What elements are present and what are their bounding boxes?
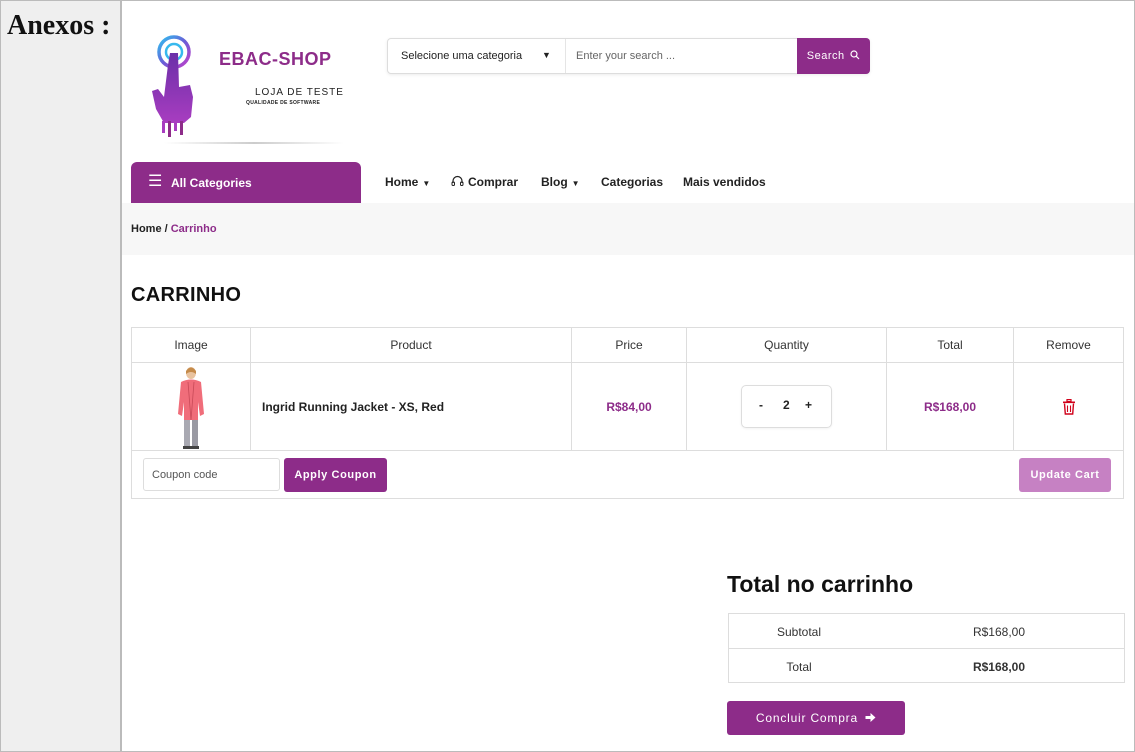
header-product: Product (251, 328, 572, 363)
header-quantity: Quantity (687, 328, 887, 363)
headset-icon (451, 175, 464, 186)
quantity-stepper: - 2 + (741, 385, 832, 428)
coupon-row: Apply Coupon Update Cart (132, 450, 1123, 498)
category-select-label: Selecione uma categoria (401, 50, 523, 62)
apply-coupon-button[interactable]: Apply Coupon (284, 458, 387, 492)
page-title: CARRINHO (131, 284, 242, 306)
all-categories-button[interactable]: ☰ All Categories (131, 162, 361, 203)
header-price: Price (572, 328, 687, 363)
breadcrumb-separator: / (161, 223, 171, 235)
checkout-button-label: Concluir Compra (755, 711, 858, 725)
hand-pointer-logo-icon (152, 35, 193, 137)
side-column: Anexos : (1, 1, 122, 751)
page-frame: Anexos : EBAC-SHOP LOJA DE TESTE QUALIDA… (0, 0, 1135, 752)
qty-increase-button[interactable]: + (805, 398, 812, 412)
logo-brand: EBAC-SHOP (219, 49, 332, 69)
nav-blog[interactable]: Blog ▼ (541, 175, 580, 189)
nav-home-label: Home (385, 175, 419, 189)
nav-categorias[interactable]: Categorias (601, 175, 663, 189)
breadcrumb-home[interactable]: Home (131, 223, 162, 235)
all-categories-label: All Categories (171, 176, 252, 190)
cart-table: Image Product Price Quantity Total Remov… (131, 327, 1124, 499)
subtotal-row: Subtotal R$168,00 (729, 614, 1124, 649)
jacket-product-image (178, 366, 204, 449)
product-name[interactable]: Ingrid Running Jacket - XS, Red (251, 363, 572, 451)
header-total: Total (887, 328, 1014, 363)
qty-decrease-button[interactable]: - (759, 398, 763, 412)
search-button[interactable]: Search (797, 38, 870, 74)
nav-categorias-label: Categorias (601, 175, 664, 189)
category-select[interactable]: Selecione uma categoria ▼ (388, 39, 566, 73)
remove-cell (1014, 363, 1123, 451)
nav-mais-vendidos[interactable]: Mais vendidos (683, 175, 766, 189)
cart-totals-title: Total no carrinho (727, 571, 914, 597)
product-price: R$84,00 (572, 363, 687, 451)
hamburger-icon: ☰ (148, 173, 163, 190)
nav-mais-vendidos-label: Mais vendidos (683, 175, 766, 189)
side-label: Anexos : (7, 10, 111, 41)
total-row: Total R$168,00 (729, 649, 1124, 683)
logo-subtagline: QUALIDADE DE SOFTWARE (246, 100, 321, 106)
search-input[interactable] (566, 39, 794, 73)
update-cart-button[interactable]: Update Cart (1019, 458, 1111, 492)
site-logo[interactable]: EBAC-SHOP LOJA DE TESTE QUALIDADE DE SOF… (144, 35, 349, 147)
breadcrumb: Home / Carrinho (131, 223, 217, 235)
breadcrumb-current: Carrinho (170, 223, 217, 235)
search-button-label: Search (806, 50, 845, 62)
nav-home[interactable]: Home ▼ (385, 175, 430, 189)
header-remove: Remove (1014, 328, 1123, 363)
quantity-cell: - 2 + (687, 363, 887, 451)
coupon-code-input[interactable] (143, 458, 280, 491)
search-icon (850, 50, 860, 60)
line-total: R$168,00 (887, 363, 1014, 451)
nav-blog-label: Blog (541, 175, 568, 189)
trash-icon[interactable] (1062, 398, 1076, 415)
qty-value[interactable]: 2 (783, 398, 790, 412)
total-value: R$168,00 (972, 660, 1026, 674)
caret-down-icon: ▼ (422, 179, 431, 188)
nav-comprar-label: Comprar (468, 175, 519, 189)
product-thumbnail[interactable] (132, 363, 251, 451)
shop-page: EBAC-SHOP LOJA DE TESTE QUALIDADE DE SOF… (122, 1, 1134, 751)
subtotal-value: R$168,00 (972, 625, 1026, 639)
header-image: Image (132, 328, 251, 363)
cart-totals-table: Subtotal R$168,00 Total R$168,00 (728, 613, 1125, 683)
logo-underline (164, 142, 344, 144)
subtotal-label: Subtotal (776, 625, 822, 639)
logo-tagline: LOJA DE TESTE (255, 87, 344, 98)
search-bar: Selecione uma categoria ▼ Search (387, 38, 870, 74)
checkout-button[interactable]: Concluir Compra (727, 701, 905, 735)
total-label: Total (786, 660, 812, 674)
caret-down-icon: ▼ (542, 50, 551, 60)
arrow-right-icon (865, 713, 876, 722)
caret-down-icon: ▼ (571, 179, 580, 188)
nav-comprar[interactable]: Comprar (451, 175, 518, 189)
breadcrumb-bar: Home / Carrinho (122, 203, 1134, 255)
